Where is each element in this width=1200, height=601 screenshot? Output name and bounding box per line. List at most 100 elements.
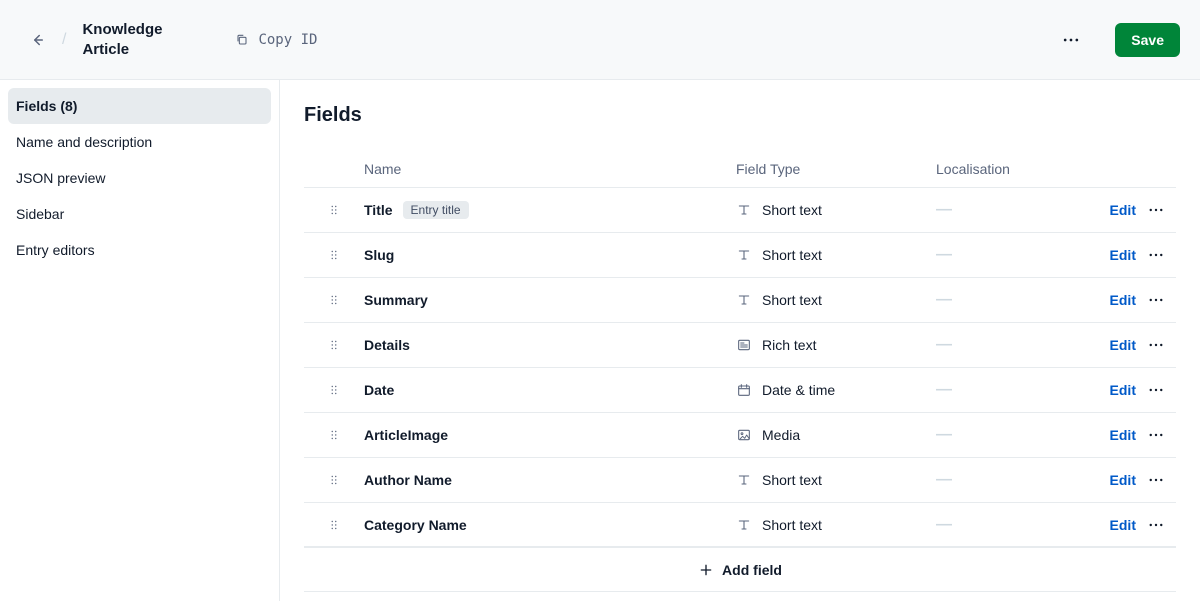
fields-heading: Fields xyxy=(304,104,1176,127)
entry-title-badge: Entry title xyxy=(403,201,469,219)
edit-button[interactable]: Edit xyxy=(1076,247,1136,263)
text-icon xyxy=(736,247,752,263)
row-more-button[interactable] xyxy=(1136,426,1176,444)
copy-id-label: Copy ID xyxy=(258,32,317,48)
drag-handle[interactable] xyxy=(304,383,364,397)
drag-handle[interactable] xyxy=(304,473,364,487)
row-more-button[interactable] xyxy=(1136,516,1176,534)
row-more-button[interactable] xyxy=(1136,201,1176,219)
table-row: ArticleImageMedia—Edit xyxy=(304,412,1176,457)
sidebar-item[interactable]: Entry editors xyxy=(8,232,271,268)
more-horizontal-icon xyxy=(1147,291,1165,309)
drag-handle[interactable] xyxy=(304,518,364,532)
localisation-empty: — xyxy=(936,516,1076,534)
more-horizontal-icon xyxy=(1061,30,1081,50)
edit-button[interactable]: Edit xyxy=(1076,472,1136,488)
edit-button[interactable]: Edit xyxy=(1076,337,1136,353)
row-more-button[interactable] xyxy=(1136,336,1176,354)
breadcrumb-separator: / xyxy=(62,31,66,49)
drag-handle[interactable] xyxy=(304,428,364,442)
field-type: Short text xyxy=(736,472,936,488)
localisation-empty: — xyxy=(936,381,1076,399)
localisation-empty: — xyxy=(936,246,1076,264)
field-type: Short text xyxy=(736,202,936,218)
drag-handle[interactable] xyxy=(304,203,364,217)
text-icon xyxy=(736,517,752,533)
drag-icon xyxy=(327,383,341,397)
localisation-empty: — xyxy=(936,336,1076,354)
col-name: Name xyxy=(364,161,736,177)
add-field-button[interactable]: Add field xyxy=(304,547,1176,592)
media-icon xyxy=(736,427,752,443)
back-button[interactable] xyxy=(28,31,46,49)
field-name: Author Name xyxy=(364,472,736,488)
sidebar-item[interactable]: JSON preview xyxy=(8,160,271,196)
localisation-empty: — xyxy=(936,201,1076,219)
main-content: Fields Name Field Type Localisation Titl… xyxy=(280,80,1200,601)
header: / Knowledge Article Copy ID Save xyxy=(0,0,1200,80)
drag-icon xyxy=(327,338,341,352)
more-horizontal-icon xyxy=(1147,426,1165,444)
add-field-label: Add field xyxy=(722,562,782,578)
edit-button[interactable]: Edit xyxy=(1076,292,1136,308)
field-type: Short text xyxy=(736,247,936,263)
row-more-button[interactable] xyxy=(1136,381,1176,399)
col-localisation: Localisation xyxy=(936,161,1076,177)
table-row: Category NameShort text—Edit xyxy=(304,502,1176,547)
header-more-button[interactable] xyxy=(1055,24,1087,56)
drag-handle[interactable] xyxy=(304,248,364,262)
sidebar: Fields (8)Name and descriptionJSON previ… xyxy=(0,80,280,601)
field-type: Short text xyxy=(736,517,936,533)
fields-table: Name Field Type Localisation TitleEntry … xyxy=(304,151,1176,592)
edit-button[interactable]: Edit xyxy=(1076,427,1136,443)
field-name: Details xyxy=(364,337,736,353)
field-name: ArticleImage xyxy=(364,427,736,443)
table-row: Author NameShort text—Edit xyxy=(304,457,1176,502)
table-row: DetailsRich text—Edit xyxy=(304,322,1176,367)
sidebar-item[interactable]: Sidebar xyxy=(8,196,271,232)
field-name: TitleEntry title xyxy=(364,201,736,219)
calendar-icon xyxy=(736,382,752,398)
drag-icon xyxy=(327,473,341,487)
edit-button[interactable]: Edit xyxy=(1076,382,1136,398)
more-horizontal-icon xyxy=(1147,201,1165,219)
table-header: Name Field Type Localisation xyxy=(304,151,1176,187)
row-more-button[interactable] xyxy=(1136,246,1176,264)
table-row: SlugShort text—Edit xyxy=(304,232,1176,277)
row-more-button[interactable] xyxy=(1136,291,1176,309)
field-name: Category Name xyxy=(364,517,736,533)
edit-button[interactable]: Edit xyxy=(1076,202,1136,218)
text-icon xyxy=(736,292,752,308)
field-name: Summary xyxy=(364,292,736,308)
richtext-icon xyxy=(736,337,752,353)
field-name: Date xyxy=(364,382,736,398)
sidebar-item[interactable]: Fields (8) xyxy=(8,88,271,124)
edit-button[interactable]: Edit xyxy=(1076,517,1136,533)
row-more-button[interactable] xyxy=(1136,471,1176,489)
drag-handle[interactable] xyxy=(304,293,364,307)
drag-icon xyxy=(327,293,341,307)
localisation-empty: — xyxy=(936,471,1076,489)
localisation-empty: — xyxy=(936,291,1076,309)
more-horizontal-icon xyxy=(1147,381,1165,399)
copy-id-button[interactable]: Copy ID xyxy=(234,32,317,48)
drag-handle[interactable] xyxy=(304,338,364,352)
text-icon xyxy=(736,472,752,488)
text-icon xyxy=(736,202,752,218)
sidebar-item[interactable]: Name and description xyxy=(8,124,271,160)
drag-icon xyxy=(327,518,341,532)
save-button[interactable]: Save xyxy=(1115,23,1180,57)
drag-icon xyxy=(327,428,341,442)
copy-icon xyxy=(234,32,250,48)
field-name: Slug xyxy=(364,247,736,263)
field-type: Short text xyxy=(736,292,936,308)
table-row: TitleEntry titleShort text—Edit xyxy=(304,187,1176,232)
drag-icon xyxy=(327,248,341,262)
field-type: Date & time xyxy=(736,382,936,398)
more-horizontal-icon xyxy=(1147,336,1165,354)
drag-icon xyxy=(327,203,341,217)
arrow-left-icon xyxy=(28,31,46,49)
localisation-empty: — xyxy=(936,426,1076,444)
plus-icon xyxy=(698,562,714,578)
more-horizontal-icon xyxy=(1147,246,1165,264)
